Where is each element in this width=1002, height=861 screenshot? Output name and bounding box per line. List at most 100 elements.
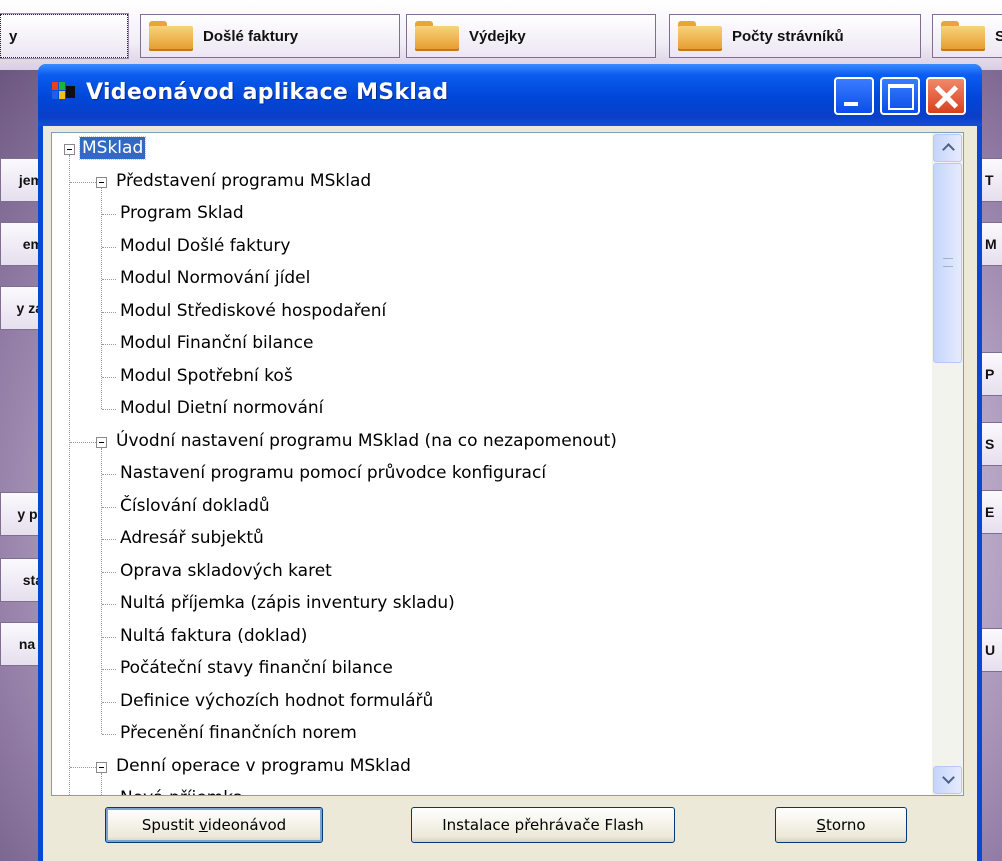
tree-video-item[interactable]: Nastavení programu pomocí průvodce konfi… [118,460,548,490]
tree-video-item[interactable]: Modul Dietní normování [118,395,325,425]
scroll-thumb[interactable] [933,163,962,363]
tree-item-label: Modul Dietní normování [120,398,324,418]
tree-item-label: Číslování dokladů [120,495,270,516]
play-video-button[interactable]: Spustit videonávod [105,807,323,843]
top-nav-button[interactable]: Došlé faktury [140,14,400,58]
tree-video-item[interactable]: Program Sklad [118,200,246,230]
tree-connector-line [102,474,116,475]
tree-connector-line [102,376,116,378]
tree-item-label: Počáteční stavy finanční bilance [120,658,393,678]
tree-connector-line [102,246,116,248]
tree-connector-line [101,187,102,409]
tree-root-item[interactable]: MSklad [78,135,147,165]
close-button[interactable] [926,77,966,115]
tree-category-item[interactable]: Představení programu MSklad [114,168,373,198]
top-nav-button-label: Počty strávníků [732,27,844,45]
tree-item-label: MSklad [78,136,147,160]
tree-item-label: Představení programu MSklad [116,170,372,191]
tree-video-item[interactable]: Číslování dokladů [118,493,272,523]
tree-video-item[interactable]: Adresář subjektů [118,525,266,555]
tree-item-label: Nultá faktura (doklad) [120,625,308,646]
folder-icon [149,21,193,51]
scroll-down-button[interactable] [933,766,962,794]
app-icon [52,82,76,102]
folder-icon [415,21,459,51]
folder-icon [678,21,722,51]
tree-connector-line [70,181,96,183]
tree-item-label: Modul Došlé faktury [120,235,291,256]
tree-connector-line [102,539,116,540]
tree-item-label: Denní operace v programu MSklad [116,755,411,776]
tree-video-item[interactable]: Nultá příjemka (zápis inventury skladu) [118,590,457,620]
tree-video-item[interactable]: Oprava skladových karet [118,558,334,588]
tree-connector-line [102,734,116,735]
dialog-client: MSklad Představení programu MSklad Program… [43,126,977,861]
tree-connector-line [101,447,102,734]
tree-item-label: Nastavení programu pomocí průvodce konfi… [120,463,547,483]
maximize-button[interactable] [880,77,920,115]
tree-category-item[interactable]: Úvodní nastavení programu MSklad (na co … [114,428,619,458]
tree-collapse-icon[interactable] [96,176,107,188]
tree-item-label: Definice výchozích hodnot formulářů [120,690,434,711]
cancel-label: Storno [816,816,866,834]
tree-item-label: Nultá příjemka (zápis inventury skladu) [120,593,455,613]
scroll-up-button[interactable] [933,134,962,162]
play-video-label: Spustit videonávod [141,816,287,834]
tree-connector-line [101,772,102,795]
video-tree[interactable]: MSklad Představení programu MSklad Program… [51,132,964,796]
tree-item-label: Adresář subjektů [120,528,264,548]
tree-collapse-icon[interactable] [96,436,107,448]
tree-connector-line [102,571,116,573]
tree-video-item[interactable]: Modul Normování jídel [118,265,312,295]
tree-item-label: Modul Normování jídel [120,268,311,288]
tree-video-item[interactable]: Modul Spotřební koš [118,363,295,393]
tree-connector-line [102,214,116,215]
tree-item-label: Modul Spotřební koš [120,365,293,386]
tree-connector-line [70,766,96,768]
top-nav-button[interactable]: S [932,14,1002,58]
tree-video-item[interactable]: Modul Střediskové hospodaření [118,298,388,328]
tree-connector-line [102,636,116,638]
tree-connector-line [102,409,116,410]
top-nav-button-label: Došlé faktury [203,27,299,45]
tree-video-item[interactable]: Modul Finanční bilance [118,330,315,360]
videonavod-dialog: Videonávod aplikace MSklad MSklad Předsta… [38,64,982,861]
tree-item-label: Přecenění finančních norem [120,723,357,743]
tree-scrollbar[interactable] [932,133,963,795]
tree-item-label: Modul Střediskové hospodaření [120,300,387,321]
tree-connector-line [102,604,116,605]
dialog-titlebar[interactable]: Videonávod aplikace MSklad [38,64,982,126]
tree-item-label: Modul Finanční bilance [120,333,314,353]
top-nav-button[interactable]: y [0,13,129,59]
tree-video-item[interactable]: Nová příjemka [118,785,245,795]
install-flash-button[interactable]: Instalace přehrávače Flash [411,807,675,843]
top-nav-button-label: Výdejky [469,27,526,45]
tree-item-label: Nová příjemka [118,787,245,795]
tree-collapse-icon[interactable] [96,761,107,773]
tree-connector-line [102,701,116,703]
tree-item-label: Oprava skladových karet [120,560,332,581]
tree-video-item[interactable]: Definice výchozích hodnot formulářů [118,688,435,718]
top-nav-button-label: S [995,27,1002,45]
tree-connector-line [102,279,116,280]
tree-video-item[interactable]: Přecenění finančních norem [118,720,359,750]
tree-content: MSklad Představení programu MSklad Program… [52,133,932,795]
tree-item-label: Program Sklad [120,203,244,223]
cancel-button[interactable]: Storno [775,807,907,843]
dialog-title: Videonávod aplikace MSklad [86,80,449,105]
tree-connector-line [102,669,116,670]
minimize-button[interactable] [834,77,874,115]
tree-collapse-icon[interactable] [64,144,75,155]
top-nav-button[interactable]: Výdejky [406,14,656,58]
tree-connector-line [102,506,116,508]
top-nav-button[interactable]: Počty strávníků [669,14,921,58]
tree-connector-line [70,441,96,443]
tree-connector-line [102,311,116,313]
tree-video-item[interactable]: Nultá faktura (doklad) [118,623,309,653]
top-nav-button-label: y [9,27,18,45]
tree-connector-line [102,344,116,345]
folder-icon [941,21,985,51]
tree-video-item[interactable]: Modul Došlé faktury [118,233,292,263]
tree-category-item[interactable]: Denní operace v programu MSklad [114,753,413,783]
tree-video-item[interactable]: Počáteční stavy finanční bilance [118,655,395,685]
